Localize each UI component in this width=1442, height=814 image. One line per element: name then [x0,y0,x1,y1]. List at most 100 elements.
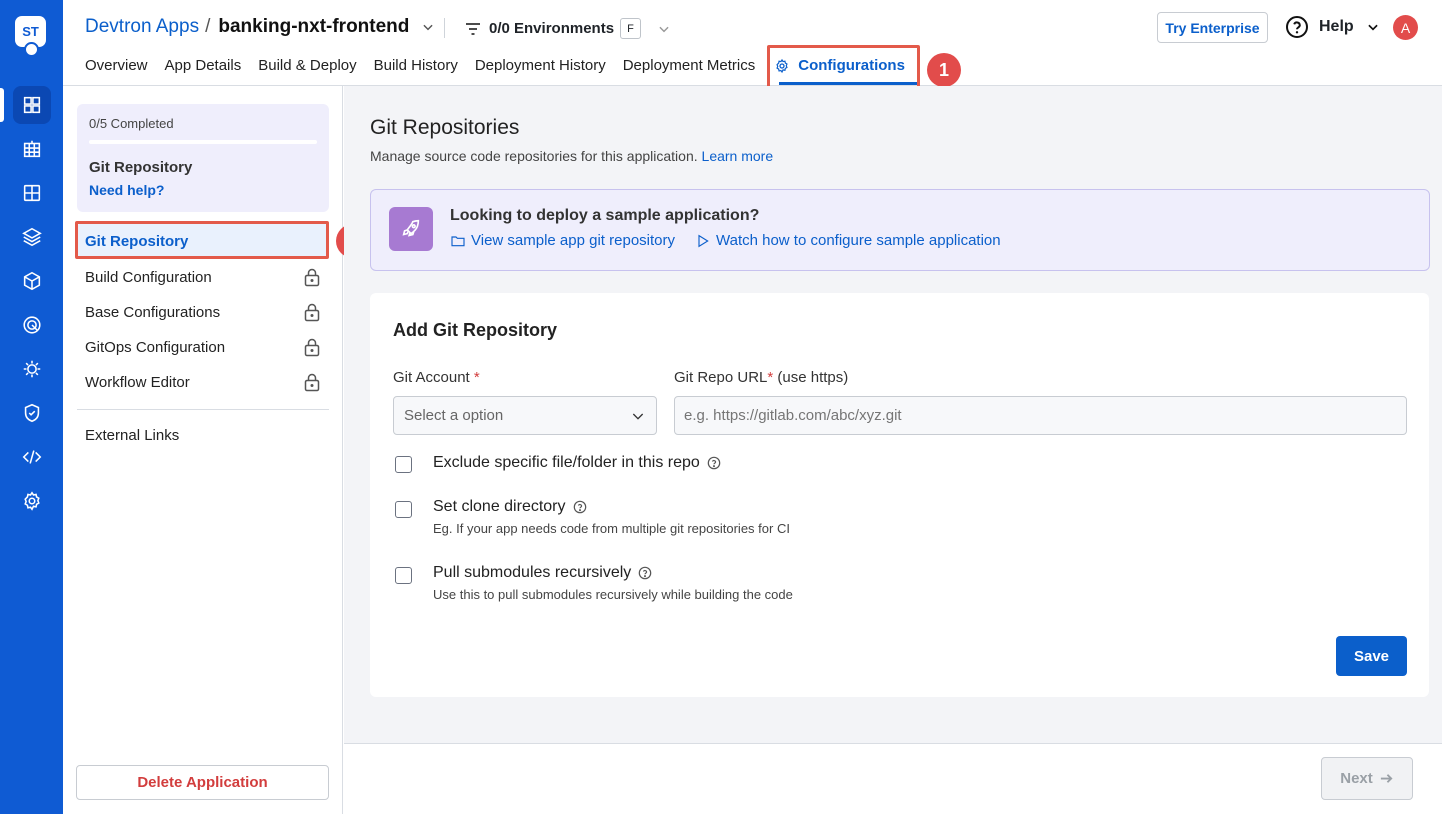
chevron-down-icon[interactable] [657,22,671,36]
tab-deployment-metrics[interactable]: Deployment Metrics [623,57,756,74]
header-divider [444,18,445,38]
sidebar-active-marker [0,88,4,122]
config-steps-panel: 0/5 Completed Git Repository Need help? … [63,86,343,814]
lock-icon [304,373,320,392]
pull-submodules-text: Pull submodules recursively [433,564,632,581]
breadcrumb-devtron-apps[interactable]: Devtron Apps [85,16,199,38]
folder-icon [451,235,465,246]
stack-icon[interactable] [13,218,51,256]
git-account-label: Git Account * [393,369,480,386]
tab-app-details[interactable]: App Details [165,57,242,74]
layout-icon[interactable] [13,174,51,212]
need-help-link[interactable]: Need help? [89,182,164,198]
devtron-logo[interactable]: ST [15,16,48,60]
bug-icon[interactable] [13,350,51,388]
add-git-repository-card: Add Git Repository Git Account * Select … [370,293,1429,697]
watch-sample-label: Watch how to configure sample applicatio… [716,232,1001,249]
chevron-down-icon[interactable] [421,20,435,34]
sample-app-banner: Looking to deploy a sample application? … [370,189,1430,271]
progress-count: 0/5 Completed [89,116,174,131]
git-repo-url-input[interactable] [674,396,1407,435]
external-links-label: External Links [85,427,180,444]
next-label: Next [1340,770,1373,787]
sample-question: Looking to deploy a sample application? [450,207,760,224]
apps-icon[interactable] [13,86,51,124]
view-sample-repo-label: View sample app git repository [471,232,675,249]
next-button[interactable]: Next [1321,757,1413,800]
environments-label: 0/0 Environments [489,20,615,37]
chevron-down-icon [1368,24,1378,31]
pull-submodules-label: Pull submodules recursively [433,564,652,582]
repo-url-label: Git Repo URL* (use https) [674,369,848,386]
required-mark: * [473,369,480,386]
page-title: Git Repositories [370,116,520,139]
user-avatar[interactable]: A [1393,15,1418,40]
chevron-down-icon [632,413,644,420]
environment-filter-badge: F [620,18,642,39]
tab-build-deploy[interactable]: Build & Deploy [258,57,356,74]
app-name: banking-nxt-frontend [218,16,410,37]
environments-filter[interactable]: 0/0 Environments F [465,18,671,39]
step-build-configuration[interactable]: Build Configuration [85,268,320,287]
exclude-files-checkbox[interactable] [395,456,412,473]
app-header: Devtron Apps / banking-nxt-frontend 0/0 … [63,0,1442,86]
callout-number-1: 1 [927,53,961,87]
current-step-title: Git Repository [89,159,193,176]
git-account-select[interactable]: Select a option [393,396,657,435]
view-sample-repo-link[interactable]: View sample app git repository [450,232,675,249]
app-sidebar: ST [0,0,63,814]
code-icon[interactable] [13,438,51,476]
box-icon[interactable] [13,262,51,300]
card-title: Add Git Repository [393,320,558,340]
question-icon[interactable] [638,566,652,580]
git-account-label-text: Git Account [393,369,470,386]
step-workflow-editor[interactable]: Workflow Editor [85,373,320,392]
help-icon [1286,16,1308,38]
radar-icon[interactable] [13,306,51,344]
help-label: Help [1319,18,1354,35]
shield-icon[interactable] [13,394,51,432]
step-base-configurations[interactable]: Base Configurations [85,303,320,322]
tab-deployment-history[interactable]: Deployment History [475,57,606,74]
step-label: GitOps Configuration [85,339,226,356]
repo-url-label-text: Git Repo URL [674,369,768,386]
breadcrumb-separator: / [205,16,211,37]
external-links-item[interactable]: External Links [85,427,320,444]
callout-box-git-repository [75,221,329,259]
step-label: Build Configuration [85,269,212,286]
breadcrumb: Devtron Apps / banking-nxt-frontend [85,16,435,38]
clone-directory-text: Set clone directory [433,498,566,515]
tab-overview[interactable]: Overview [85,57,148,74]
tab-build-history[interactable]: Build History [374,57,458,74]
exclude-files-text: Exclude specific file/folder in this rep… [433,454,700,471]
clone-directory-checkbox[interactable] [395,501,412,518]
git-account-placeholder: Select a option [404,407,504,424]
watch-sample-link[interactable]: Watch how to configure sample applicatio… [695,232,1001,249]
menu-divider [77,409,329,410]
repo-url-label-suffix: (use https) [773,369,849,386]
rocket-icon [389,207,433,251]
question-icon[interactable] [707,456,721,470]
page-subtitle: Manage source code repositories for this… [370,148,773,164]
clone-directory-hint: Eg. If your app needs code from multiple… [433,521,790,536]
lock-icon [304,268,320,287]
help-menu[interactable]: Help [1285,15,1380,39]
learn-more-link[interactable]: Learn more [702,148,774,164]
lock-icon [304,338,320,357]
play-icon [698,234,709,247]
filter-icon [466,22,480,35]
gear-icon[interactable] [13,482,51,520]
grid-icon[interactable] [13,130,51,168]
try-enterprise-button[interactable]: Try Enterprise [1157,12,1268,43]
pull-submodules-checkbox[interactable] [395,567,412,584]
step-label: Base Configurations [85,304,221,321]
question-icon[interactable] [573,500,587,514]
step-gitops-configuration[interactable]: GitOps Configuration [85,338,320,357]
arrow-right-icon [1380,774,1393,783]
delete-application-button[interactable]: Delete Application [76,765,329,800]
exclude-files-label: Exclude specific file/folder in this rep… [433,454,721,472]
sample-links: View sample app git repository Watch how… [450,232,1001,249]
subtitle-text: Manage source code repositories for this… [370,148,698,164]
save-button[interactable]: Save [1336,636,1407,676]
progress-card: 0/5 Completed Git Repository Need help? [77,104,329,212]
